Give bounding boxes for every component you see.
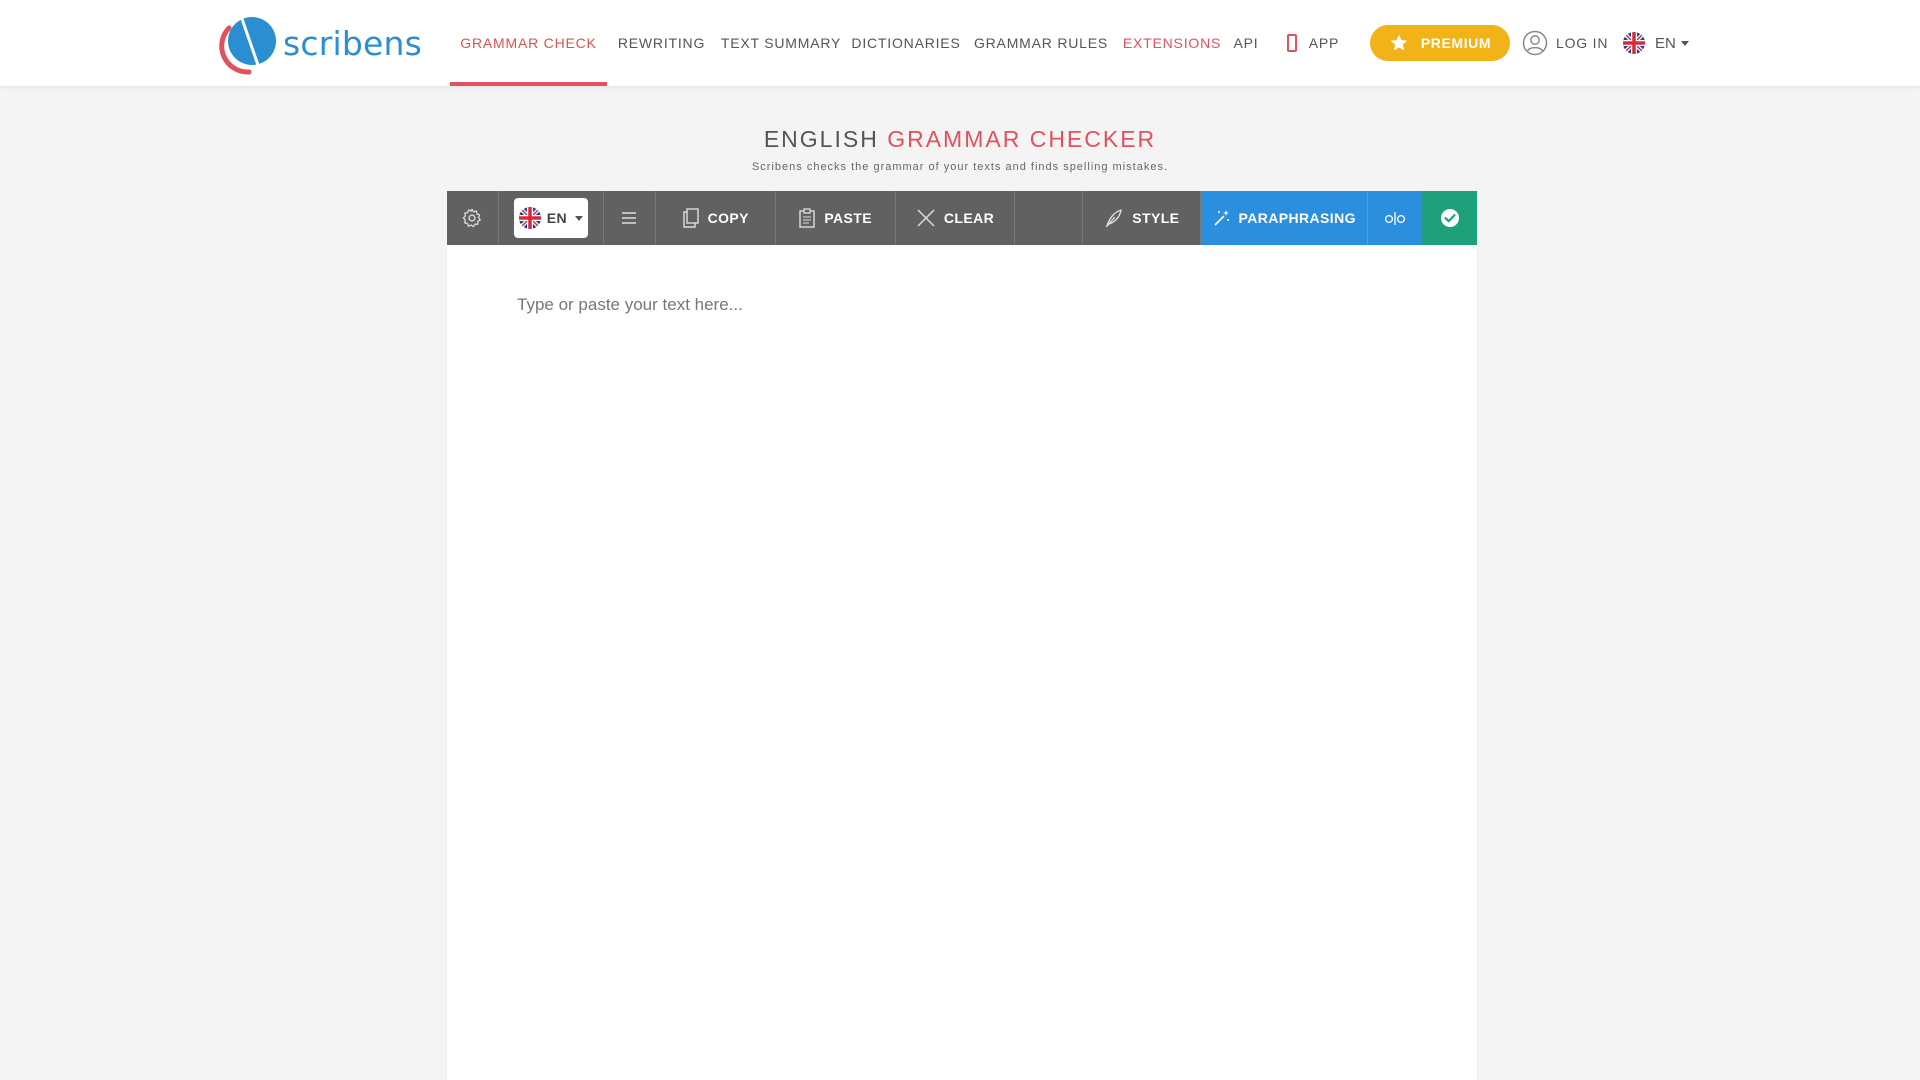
close-icon — [917, 209, 935, 227]
login-link[interactable]: LOG IN — [1522, 29, 1608, 57]
list-icon — [622, 212, 637, 224]
login-label: LOG IN — [1556, 35, 1609, 51]
toolbar-language-cell: EN — [499, 191, 604, 245]
header-language-selector[interactable]: EN — [1623, 31, 1689, 55]
text-input[interactable] — [517, 295, 1417, 995]
nav-app[interactable]: APP — [1284, 0, 1342, 86]
paste-icon — [799, 208, 816, 228]
gear-icon — [463, 208, 482, 228]
site-header: scribens GRAMMAR CHECK REWRITING TEXT SU… — [0, 0, 1920, 86]
copy-label: COPY — [707, 210, 749, 226]
uk-flag-icon — [1623, 32, 1645, 54]
clear-button[interactable]: CLEAR — [896, 191, 1016, 245]
compare-button[interactable] — [1367, 191, 1423, 245]
toolbar-spacer — [1015, 191, 1084, 245]
page-title: ENGLISH GRAMMAR CHECKER — [0, 126, 1920, 153]
paraphrasing-label: PARAPHRASING — [1238, 210, 1356, 226]
nav-api[interactable]: API — [1230, 0, 1262, 86]
copy-button[interactable]: COPY — [656, 191, 776, 245]
chevron-down-icon — [1680, 40, 1689, 46]
premium-button[interactable]: PREMIUM — [1370, 25, 1510, 61]
text-editor — [447, 245, 1477, 1080]
magic-wand-icon — [1213, 210, 1229, 226]
style-label: STYLE — [1132, 210, 1180, 226]
page-title-accent: GRAMMAR CHECKER — [887, 126, 1157, 152]
nav-grammar-check[interactable]: GRAMMAR CHECK — [450, 0, 607, 86]
language-select-label: EN — [546, 210, 568, 226]
nav-grammar-rules[interactable]: GRAMMAR RULES — [974, 0, 1107, 86]
nav-extensions[interactable]: EXTENSIONS — [1123, 0, 1220, 86]
copy-icon — [682, 208, 699, 228]
premium-label: PREMIUM — [1420, 35, 1492, 51]
paste-button[interactable]: PASTE — [776, 191, 896, 245]
check-circle-icon — [1440, 209, 1459, 227]
compare-icon — [1385, 212, 1406, 225]
settings-button[interactable] — [447, 191, 499, 245]
editor-toolbar: EN COPY PASTE CLEAR STYLE PARAPHRASING — [447, 191, 1478, 245]
nav-dictionaries[interactable]: DICTIONARIES — [851, 0, 960, 86]
paste-label: PASTE — [824, 210, 872, 226]
nav-app-label: APP — [1308, 35, 1340, 51]
language-select[interactable]: EN — [513, 198, 588, 238]
uk-flag-icon — [518, 207, 541, 229]
feather-pen-icon — [1105, 209, 1122, 228]
clear-label: CLEAR — [943, 210, 995, 226]
page-subtitle: Scribens checks the grammar of your text… — [751, 161, 1169, 173]
chevron-down-icon — [575, 215, 584, 221]
menu-button[interactable] — [604, 191, 656, 245]
user-circle-icon — [1522, 30, 1548, 56]
phone-icon — [1286, 34, 1297, 52]
page-title-prefix: ENGLISH — [763, 126, 879, 152]
paraphrasing-button[interactable]: PARAPHRASING — [1201, 191, 1368, 245]
header-language-label: EN — [1655, 34, 1676, 52]
star-icon — [1390, 34, 1408, 51]
style-button[interactable]: STYLE — [1083, 191, 1202, 245]
nav-rewriting[interactable]: REWRITING — [613, 0, 710, 86]
nav-text-summary[interactable]: TEXT SUMMARY — [721, 0, 841, 86]
check-button[interactable] — [1422, 191, 1478, 245]
